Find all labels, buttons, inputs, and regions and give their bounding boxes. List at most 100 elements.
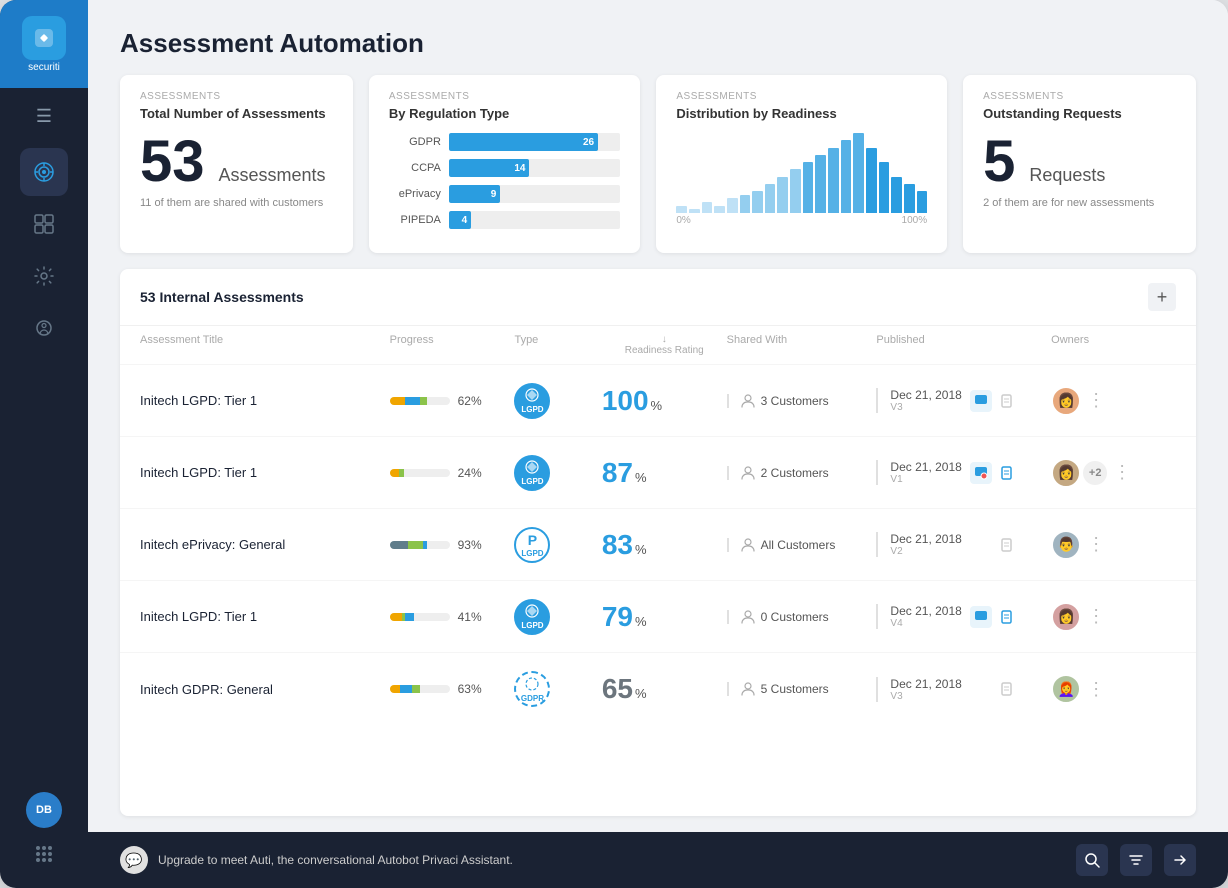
regulation-bars: GDPR 26 CCPA 14 ePrivacy [389,133,620,229]
stat-card-outstanding: Assessments Outstanding Requests 5 Reque… [963,75,1196,253]
total-assessments-unit: Assessments [219,165,326,186]
bottom-actions [1076,844,1196,876]
pub-version: V3 [890,402,961,413]
stat-title-total: Total Number of Assessments [140,106,333,121]
dist-bar-14 [853,133,864,213]
apps-icon[interactable] [26,836,62,872]
shared-with-text: 3 Customers [761,394,829,408]
readiness-number: 65 [602,673,633,705]
readiness-percent: % [651,398,663,413]
pub-icons [970,462,1018,484]
sidebar-item-dashboard[interactable] [20,200,68,248]
owners-cell: 👩 ⋮ [1051,386,1176,416]
user-avatar[interactable]: DB [26,792,62,828]
pub-chat-icon [970,606,992,628]
sidebar-item-settings[interactable] [20,252,68,300]
row-menu-button[interactable]: ⋮ [1083,602,1109,631]
row-menu-button[interactable]: ⋮ [1109,458,1135,487]
row-menu-button[interactable]: ⋮ [1083,386,1109,415]
search-button[interactable] [1076,844,1108,876]
shared-icon [741,682,755,696]
progress-pct: 24% [458,466,482,480]
progress-cell: 41% [390,610,515,624]
pub-date: Dec 21, 2018 [890,460,961,474]
assessment-name: Initech LGPD: Tier 1 [140,609,390,624]
menu-toggle-button[interactable]: ☰ [0,92,88,140]
type-cell: LGPD [514,383,601,419]
type-cell: PLGPD [514,527,601,563]
type-badge: LGPD [514,383,550,419]
pub-doc-icon [996,606,1018,628]
stat-card-distribution: Assessments Distribution by Readiness 0%… [656,75,947,253]
pub-chat-icon [970,462,992,484]
published-cell: Dec 21, 2018 V1 [876,460,1051,485]
logo-text: securiti [28,62,60,73]
table-title: 53 Internal Assessments [140,289,304,305]
stats-row: Assessments Total Number of Assessments … [88,75,1228,269]
table-row: Initech GDPR: General 63% GDPR 65 % 5 Cu… [120,653,1196,725]
shared-with-cell: 2 Customers [727,466,877,480]
navigate-button[interactable] [1164,844,1196,876]
distribution-axis: 0% 100% [676,215,927,226]
stat-label-total: Assessments [140,91,333,102]
sidebar-logo[interactable]: securiti [0,0,88,88]
dist-bar-16 [879,162,890,213]
type-badge: LGPD [514,599,550,635]
sidebar-item-config[interactable] [20,304,68,352]
assessment-name: Initech LGPD: Tier 1 [140,465,390,480]
distribution-chart [676,133,927,213]
table-row: Initech LGPD: Tier 1 24% LGPD 87 % 2 Cus… [120,437,1196,509]
pub-chat-placeholder [970,678,992,700]
add-assessment-button[interactable]: + [1148,283,1176,311]
readiness-percent: % [635,614,647,629]
type-badge: PLGPD [514,527,550,563]
stat-title-regulation: By Regulation Type [389,106,620,121]
row-menu-button[interactable]: ⋮ [1083,675,1109,704]
shared-with-text: 2 Customers [761,466,829,480]
page-title: Assessment Automation [120,28,1196,59]
pub-date: Dec 21, 2018 [890,677,961,691]
shared-with-cell: 0 Customers [727,610,877,624]
shared-icon [741,466,755,480]
table-row: Initech LGPD: Tier 1 41% LGPD 79 % 0 Cus… [120,581,1196,653]
dist-bar-18 [904,184,915,213]
bar-row-eprivacy: ePrivacy 9 [389,185,620,203]
row-menu-button[interactable]: ⋮ [1083,530,1109,559]
stat-card-regulation: Assessments By Regulation Type GDPR 26 C… [369,75,640,253]
progress-track [390,397,450,405]
main-content: Assessment Automation Assessments Total … [88,0,1228,888]
owners-cell: 👩‍🦰 ⋮ [1051,674,1176,704]
progress-pct: 63% [458,682,482,696]
outstanding-number: 5 [983,133,1015,191]
table-row: Initech ePrivacy: General 93% PLGPD 83 %… [120,509,1196,581]
type-cell: GDPR [514,671,601,707]
dist-bar-11 [815,155,826,213]
pub-version: V3 [890,691,961,702]
pub-icons [970,390,1018,412]
hamburger-icon: ☰ [36,106,52,127]
shared-icon [741,538,755,552]
owner-avatar-primary: 👩 [1051,458,1081,488]
progress-track [390,613,450,621]
progress-track [390,469,450,477]
outstanding-sub: 2 of them are for new assessments [983,197,1176,209]
owner-avatar-primary: 👩 [1051,602,1081,632]
type-badge: GDPR [514,671,550,707]
sidebar-item-radar[interactable] [20,148,68,196]
filter-button[interactable] [1120,844,1152,876]
col-owners: Owners [1051,334,1176,356]
owner-extra-count: +2 [1083,461,1107,485]
shared-with-cell: 5 Customers [727,682,877,696]
table-row: Initech LGPD: Tier 1 62% LGPD 100 % 3 Cu… [120,365,1196,437]
stat-title-outstanding: Outstanding Requests [983,106,1176,121]
owner-avatar-primary: 👩 [1051,386,1081,416]
progress-pct: 93% [458,538,482,552]
pub-chat-placeholder [970,534,992,556]
readiness-percent: % [635,686,647,701]
readiness-cell: 83 % [602,529,727,561]
dist-bar-3 [714,206,725,213]
pub-version: V4 [890,618,961,629]
readiness-cell: 87 % [602,457,727,489]
bottom-bar: 💬 Upgrade to meet Auti, the conversation… [88,832,1228,888]
pub-version: V1 [890,474,961,485]
